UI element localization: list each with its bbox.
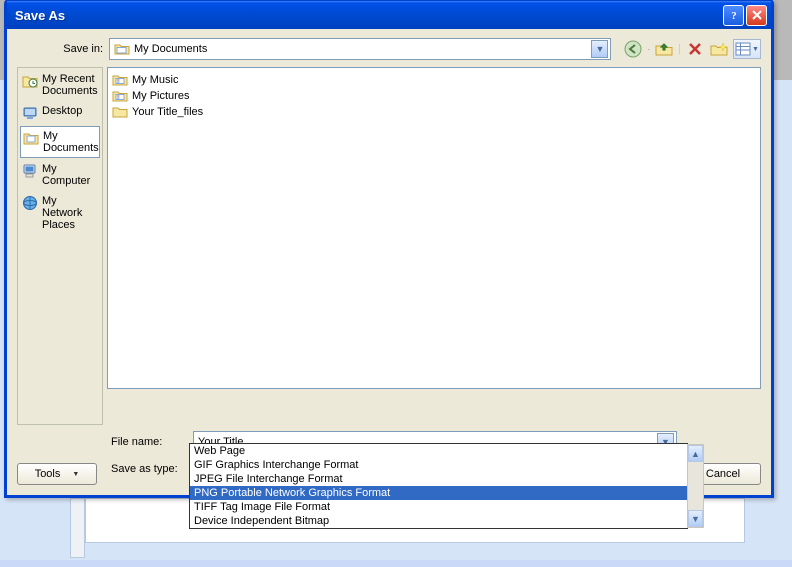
svg-text:?: ? bbox=[731, 10, 737, 21]
folder-icon bbox=[114, 42, 130, 56]
back-button[interactable] bbox=[623, 39, 643, 59]
savetype-option[interactable]: Device Independent Bitmap bbox=[190, 514, 687, 528]
dialog-toolbar: · | ▼ bbox=[617, 39, 761, 59]
file-item-label: My Pictures bbox=[132, 90, 189, 102]
help-button[interactable]: ? bbox=[723, 5, 744, 26]
places-item[interactable]: My Documents bbox=[20, 126, 100, 158]
file-item-label: Your Title_files bbox=[132, 106, 203, 118]
places-item[interactable]: My Recent Documents bbox=[20, 70, 100, 100]
places-item[interactable]: My Network Places bbox=[20, 192, 100, 234]
dialog-title: Save As bbox=[15, 8, 721, 23]
dialog-titlebar[interactable]: Save As ? bbox=[7, 1, 771, 29]
places-item-label: My Recent Documents bbox=[42, 73, 98, 97]
save-in-row: Save in: My Documents ▼ · | bbox=[17, 37, 761, 61]
places-item[interactable]: Desktop bbox=[20, 102, 100, 124]
scroll-up-icon[interactable]: ▲ bbox=[688, 445, 703, 462]
file-item[interactable]: Your Title_files bbox=[112, 104, 756, 120]
savetype-option[interactable]: Web Page bbox=[190, 444, 687, 458]
main-area: My Recent Documents Desktop My Documents My… bbox=[17, 67, 761, 425]
save-in-label: Save in: bbox=[43, 43, 103, 55]
background-ruler bbox=[70, 498, 85, 558]
savetype-option[interactable]: JPEG File Interchange Format bbox=[190, 472, 687, 486]
save-as-dialog: Save As ? Save in: My Documents ▼ · bbox=[4, 0, 774, 498]
file-item[interactable]: My Music bbox=[112, 72, 756, 88]
save-in-combo[interactable]: My Documents ▼ bbox=[109, 38, 611, 60]
places-item-label: Desktop bbox=[42, 105, 82, 117]
up-one-level-button[interactable] bbox=[654, 39, 674, 59]
new-folder-button[interactable] bbox=[709, 39, 729, 59]
file-item-label: My Music bbox=[132, 74, 178, 86]
places-item-label: My Documents bbox=[43, 130, 99, 154]
savetype-dropdown[interactable]: ▲ ▼ Web PageGIF Graphics Interchange For… bbox=[189, 443, 688, 529]
scroll-down-icon[interactable]: ▼ bbox=[688, 510, 703, 527]
file-item[interactable]: My Pictures bbox=[112, 88, 756, 104]
close-button[interactable] bbox=[746, 5, 767, 26]
savetype-label: Save as type: bbox=[111, 463, 187, 475]
mydocs-icon bbox=[23, 130, 39, 146]
save-in-value: My Documents bbox=[134, 43, 587, 55]
places-item-label: My Network Places bbox=[42, 195, 98, 231]
network-icon bbox=[22, 195, 38, 211]
separator-icon: | bbox=[678, 43, 681, 55]
places-item[interactable]: My Computer bbox=[20, 160, 100, 190]
chevron-down-icon: ▼ bbox=[72, 471, 79, 478]
tools-label: Tools bbox=[35, 468, 61, 480]
dialog-body: Save in: My Documents ▼ · | bbox=[7, 29, 771, 495]
recent-icon bbox=[22, 73, 38, 89]
cancel-label: Cancel bbox=[706, 468, 740, 480]
file-list[interactable]: My Music My Pictures Your Title_files bbox=[107, 67, 761, 389]
filename-label: File name: bbox=[111, 436, 187, 448]
separator-icon: · bbox=[647, 45, 650, 54]
views-button[interactable]: ▼ bbox=[733, 39, 761, 59]
folder-special-icon bbox=[112, 73, 128, 87]
delete-button[interactable] bbox=[685, 39, 705, 59]
folder-icon bbox=[112, 105, 128, 119]
dropdown-scrollbar[interactable]: ▲ ▼ bbox=[687, 444, 704, 528]
tools-button[interactable]: Tools ▼ bbox=[17, 463, 97, 485]
places-bar: My Recent Documents Desktop My Documents My… bbox=[17, 67, 103, 425]
savetype-option[interactable]: PNG Portable Network Graphics Format bbox=[190, 486, 687, 500]
mycomputer-icon bbox=[22, 163, 38, 179]
places-item-label: My Computer bbox=[42, 163, 98, 187]
savetype-option[interactable]: TIFF Tag Image File Format bbox=[190, 500, 687, 514]
savetype-option[interactable]: GIF Graphics Interchange Format bbox=[190, 458, 687, 472]
desktop-icon bbox=[22, 105, 38, 121]
folder-special-icon bbox=[112, 89, 128, 103]
chevron-down-icon[interactable]: ▼ bbox=[591, 40, 608, 58]
